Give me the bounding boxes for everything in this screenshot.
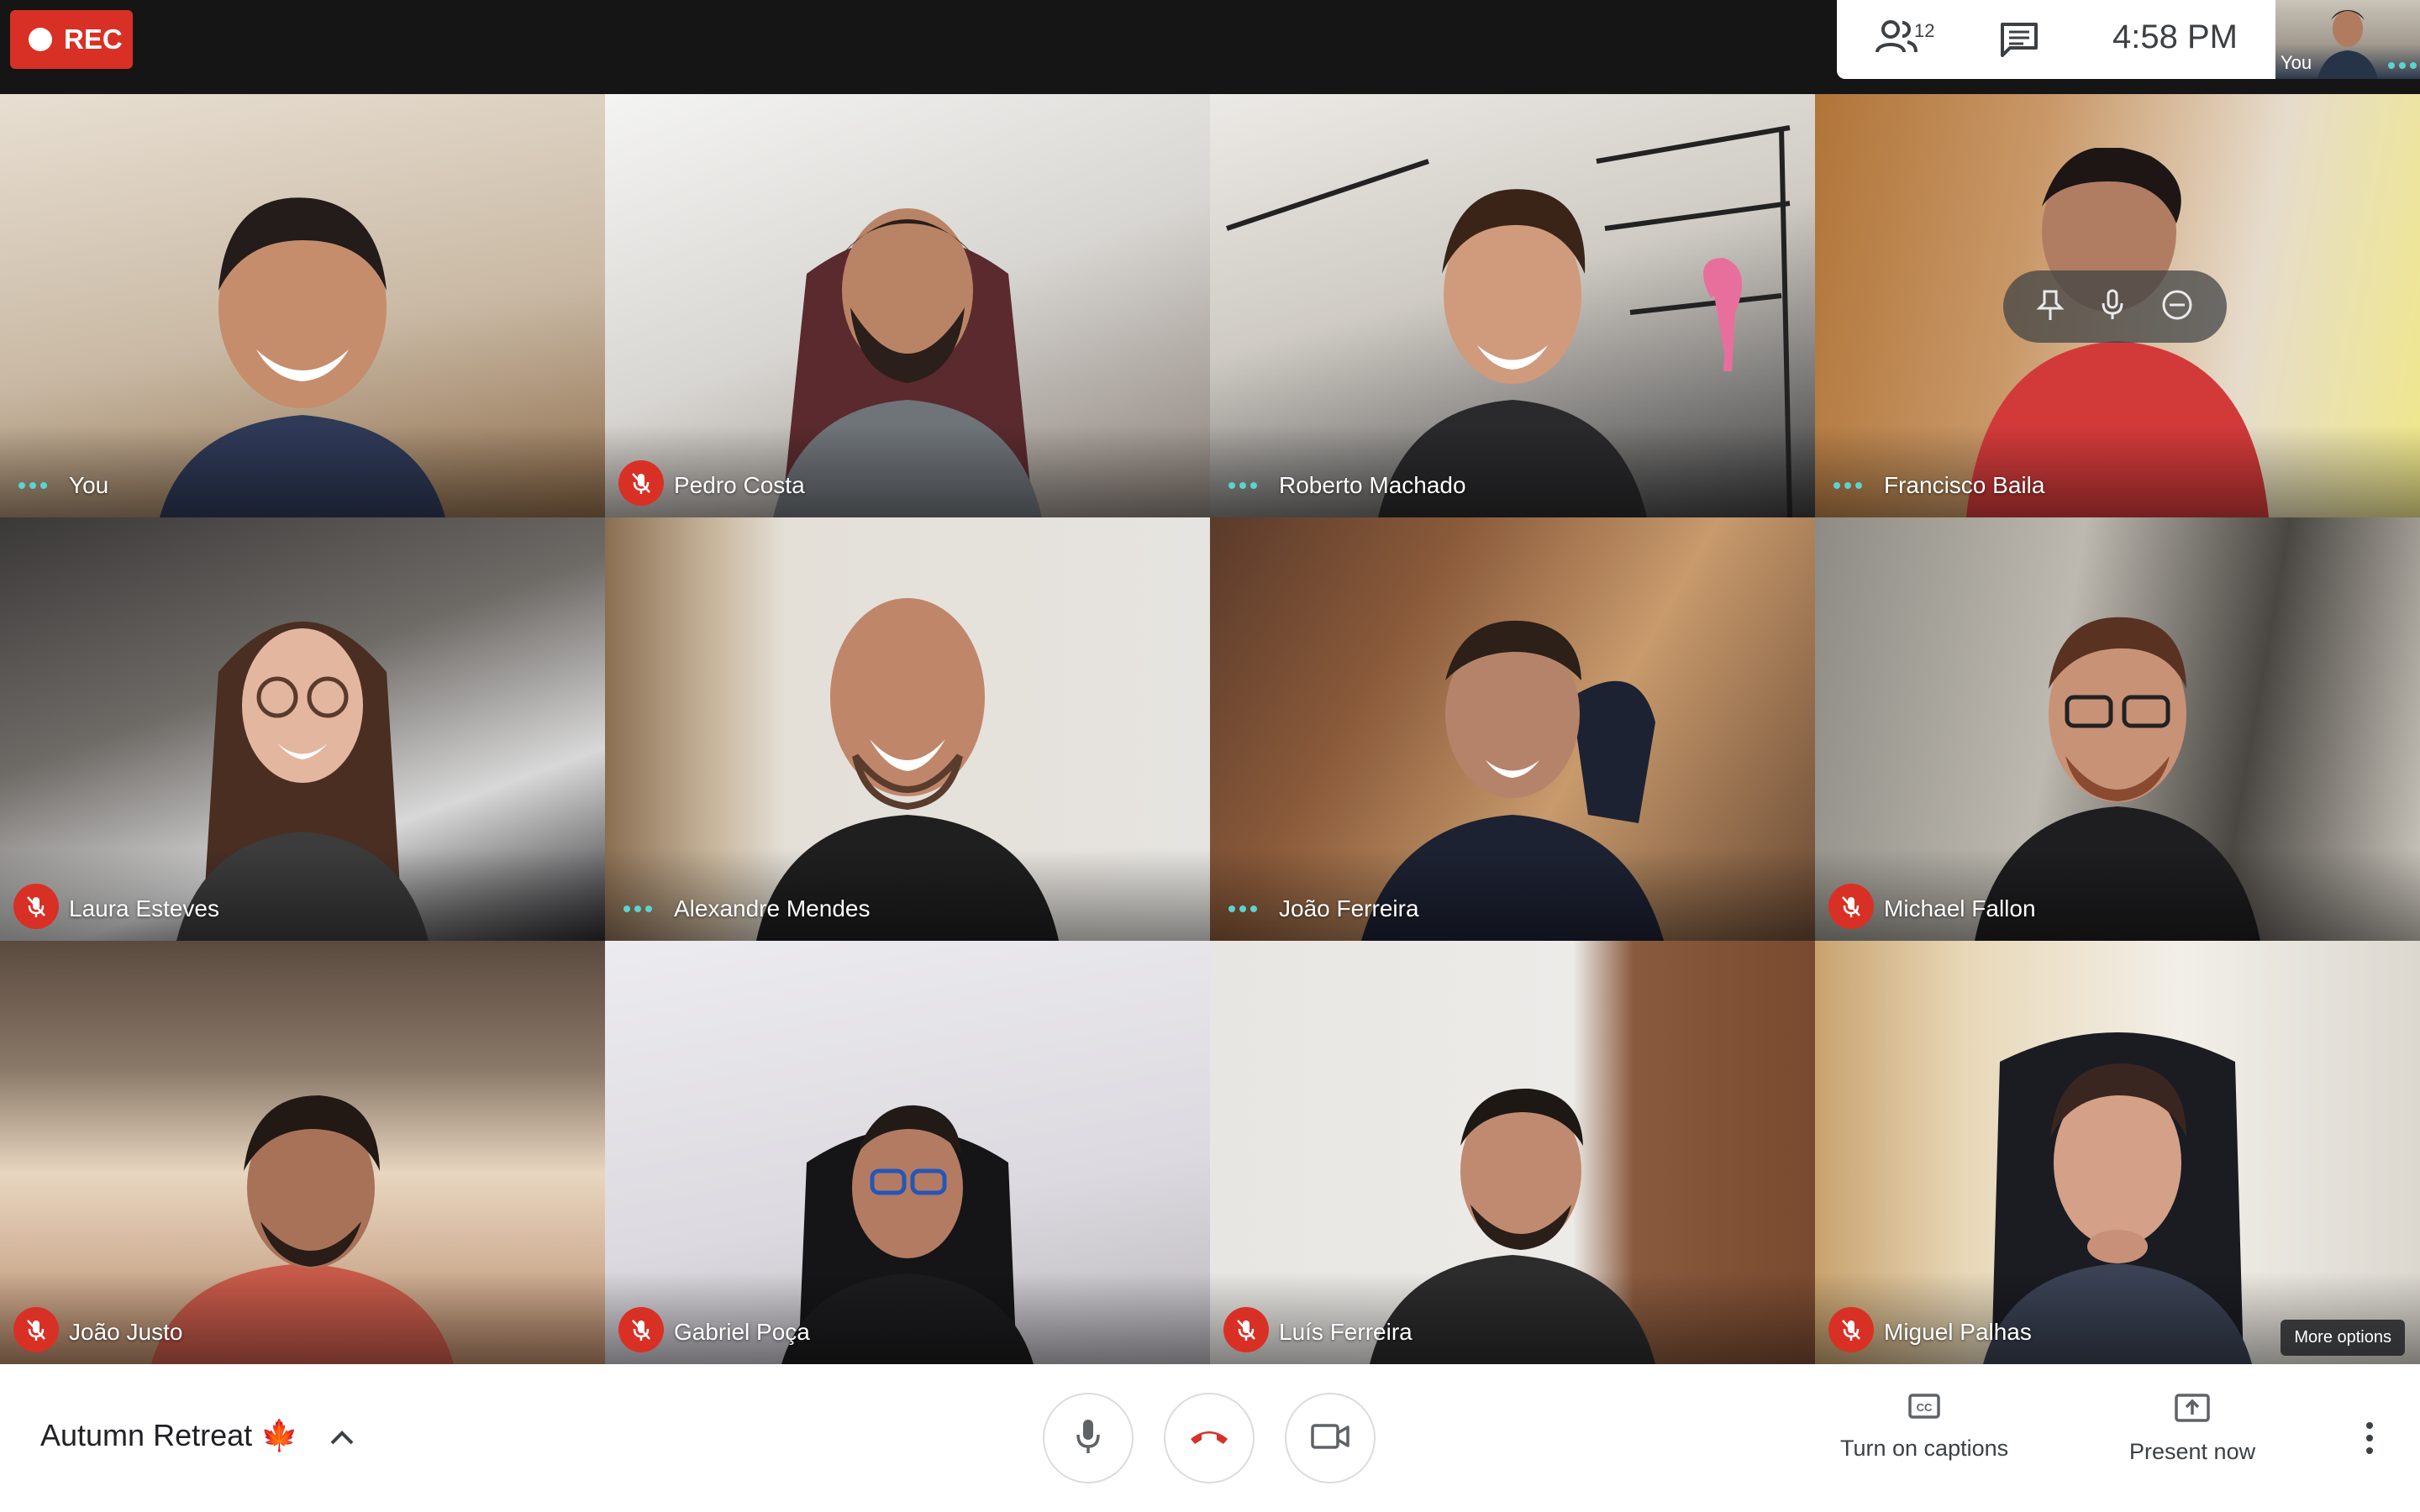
camera-button[interactable] <box>1285 1393 1376 1483</box>
record-dot-icon <box>29 28 52 51</box>
participants-count: 12 <box>1914 20 1935 41</box>
more-options-tooltip: More options <box>2281 1320 2405 1356</box>
mic-off-icon <box>618 1307 664 1352</box>
mic-off-icon <box>13 1307 59 1352</box>
recording-label: REC <box>64 24 123 55</box>
participant-tile[interactable]: Alexandre Mendes <box>605 517 1210 941</box>
participant-tile[interactable]: Miguel Palhas More options <box>1815 941 2420 1364</box>
speaking-indicator-icon <box>1228 906 1257 912</box>
name-shade <box>0 1272 605 1364</box>
participant-name: Laura Esteves <box>69 895 219 921</box>
mic-off-icon <box>618 460 664 506</box>
bottom-bar: Autumn Retreat 🍁 CC Turn on captions Pre… <box>0 1364 2420 1512</box>
participant-tile[interactable]: You <box>0 94 605 517</box>
remove-icon[interactable] <box>2160 288 2194 326</box>
name-shade <box>1815 848 2420 941</box>
participant-tile[interactable]: Luís Ferreira <box>1210 941 1815 1364</box>
meeting-clock: 4:58 PM <box>2112 18 2238 55</box>
name-shade <box>1210 425 1815 517</box>
participant-tile[interactable]: Francisco Baila <box>1815 94 2420 517</box>
microphone-icon <box>1075 1418 1102 1459</box>
name-shade <box>605 1272 1210 1364</box>
participant-grid: You Pedro Costa Roberto Machado Francisc… <box>0 94 2420 1364</box>
participant-name: Gabriel Poça <box>674 1319 810 1345</box>
captions-button[interactable]: CC Turn on captions <box>1840 1393 2008 1462</box>
participant-tile[interactable]: Laura Esteves <box>0 517 605 941</box>
participant-tile[interactable]: João Justo <box>0 941 605 1364</box>
participant-name: Miguel Palhas <box>1884 1319 2032 1345</box>
pin-icon[interactable] <box>2036 288 2065 326</box>
mic-off-icon <box>13 884 59 929</box>
mic-off-icon <box>1223 1307 1269 1352</box>
closed-captions-icon: CC <box>1907 1393 1941 1424</box>
microphone-button[interactable] <box>1043 1393 1134 1483</box>
present-screen-icon <box>2174 1393 2211 1427</box>
recording-badge: REC <box>10 10 133 69</box>
participant-name: Luís Ferreira <box>1279 1319 1413 1345</box>
speaking-indicator-icon <box>2388 62 2417 69</box>
present-now-button[interactable]: Present now <box>2129 1393 2255 1465</box>
self-view-thumbnail[interactable]: You <box>2275 0 2420 79</box>
people-icon[interactable] <box>1876 18 1919 60</box>
tile-hover-controls <box>2003 270 2227 343</box>
chevron-up-icon[interactable] <box>329 1418 355 1453</box>
name-shade <box>605 848 1210 941</box>
meeting-name: Autumn Retreat <box>40 1418 253 1452</box>
meeting-details-toggle[interactable]: Autumn Retreat 🍁 <box>40 1418 355 1453</box>
svg-text:CC: CC <box>1917 1401 1933 1414</box>
name-shade <box>1210 848 1815 941</box>
speaking-indicator-icon <box>18 482 47 489</box>
speaking-indicator-icon <box>623 906 652 912</box>
microphone-icon[interactable] <box>2100 288 2125 326</box>
participant-name: Alexandre Mendes <box>674 895 871 921</box>
participant-name: Roberto Machado <box>1279 472 1466 498</box>
participant-name: Pedro Costa <box>674 472 805 498</box>
name-shade <box>1210 1272 1815 1364</box>
participant-tile[interactable]: Roberto Machado <box>1210 94 1815 517</box>
captions-label: Turn on captions <box>1840 1436 2009 1461</box>
participant-tile[interactable]: Michael Fallon <box>1815 517 2420 941</box>
speaking-indicator-icon <box>1228 482 1257 489</box>
name-shade <box>605 425 1210 517</box>
participant-tile[interactable]: Pedro Costa <box>605 94 1210 517</box>
meeting-info-panel: 12 4:58 PM <box>1837 0 2275 79</box>
mic-off-icon <box>1828 884 1874 929</box>
mic-off-icon <box>1828 1307 1874 1352</box>
participant-name: You <box>69 472 109 498</box>
present-now-label: Present now <box>2129 1439 2256 1464</box>
participant-tile[interactable]: Gabriel Poça <box>605 941 1210 1364</box>
name-shade <box>0 848 605 941</box>
participant-name: João Justo <box>69 1319 183 1345</box>
self-view-label: You <box>2281 52 2312 73</box>
participant-name: Francisco Baila <box>1884 472 2045 498</box>
speaking-indicator-icon <box>1833 482 1862 489</box>
top-bar: REC 12 4:58 PM You <box>0 0 2420 94</box>
more-vert-icon[interactable] <box>2353 1413 2386 1463</box>
maple-leaf-icon: 🍁 <box>260 1418 298 1452</box>
hang-up-icon <box>1188 1427 1230 1450</box>
chat-icon[interactable] <box>2000 22 2039 61</box>
name-shade <box>0 425 605 517</box>
participant-tile[interactable]: João Ferreira <box>1210 517 1815 941</box>
camera-icon <box>1311 1423 1349 1454</box>
hang-up-button[interactable] <box>1164 1393 1255 1483</box>
name-shade <box>1815 425 2420 517</box>
participant-name: Michael Fallon <box>1884 895 2036 921</box>
participant-name: João Ferreira <box>1279 895 1419 921</box>
